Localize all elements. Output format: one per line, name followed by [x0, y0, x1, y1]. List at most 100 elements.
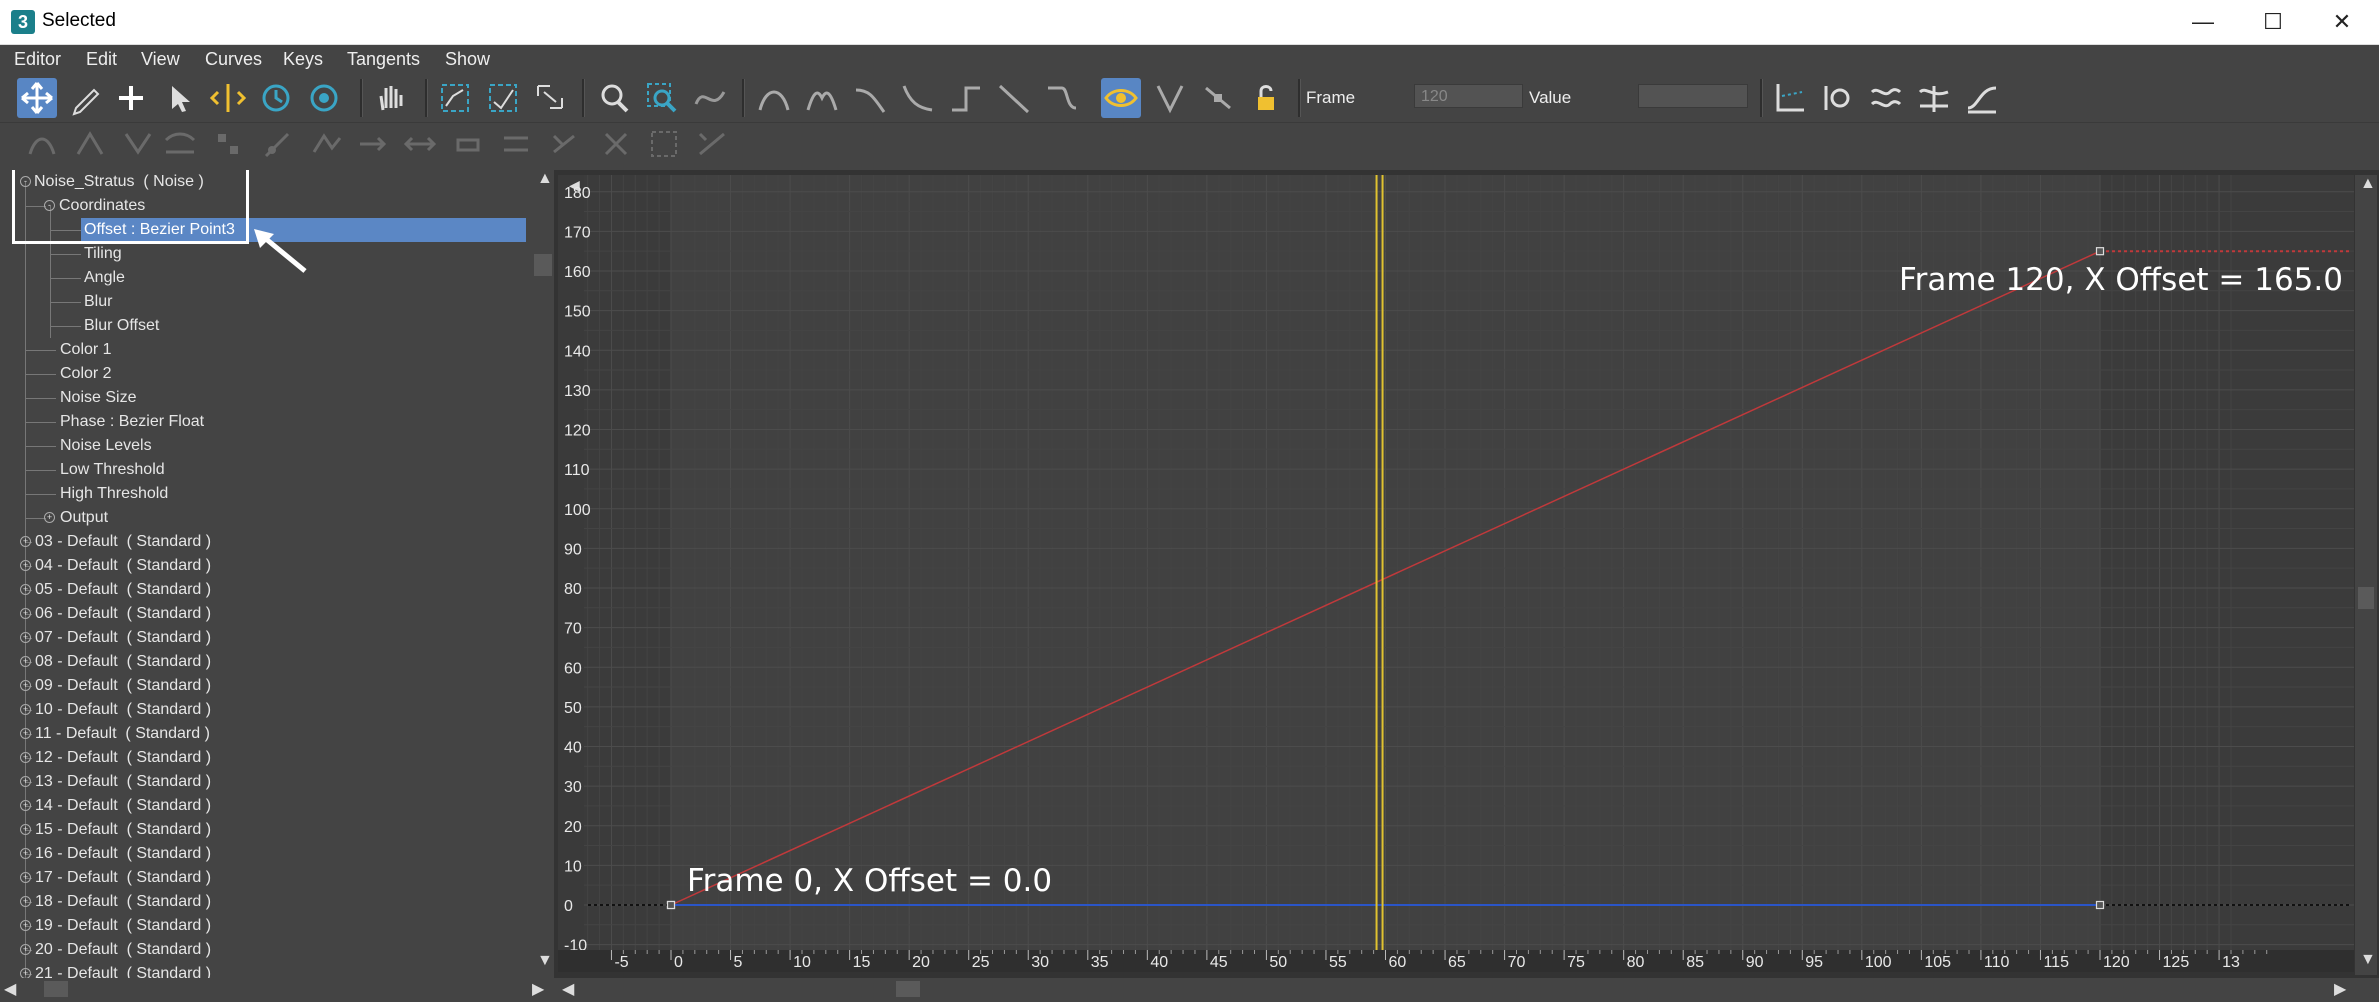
close-button[interactable]: ✕ [2309, 0, 2375, 44]
frame-value-button[interactable] [483, 78, 523, 118]
scroll-right-icon[interactable]: ▶ [2334, 979, 2346, 999]
tree-item-tiling[interactable]: Tiling [84, 242, 122, 266]
tree-item-material[interactable]: 20 - Default ( Standard ) [35, 938, 211, 962]
isolate-curve-button[interactable] [690, 78, 730, 118]
draw-curves-button[interactable] [66, 78, 106, 118]
tangent-slow-button[interactable] [898, 78, 938, 118]
tree-item-material[interactable]: 16 - Default ( Standard ) [35, 842, 211, 866]
tree-vertical-scrollbar[interactable]: ▲ ▼ [532, 170, 554, 978]
menu-view[interactable]: View [141, 49, 180, 70]
expand-icon[interactable]: + [20, 536, 31, 547]
graph-vertical-scrollbar[interactable]: ▲ ▼ [2355, 175, 2377, 975]
add-keys-button[interactable] [111, 78, 151, 118]
scroll-down-icon[interactable]: ▼ [537, 952, 553, 970]
delete-curve-button[interactable] [208, 124, 248, 164]
tree-item-material[interactable]: 15 - Default ( Standard ) [35, 818, 211, 842]
tree-item-material[interactable]: 12 - Default ( Standard ) [35, 746, 211, 770]
menu-editor[interactable]: Editor [14, 49, 61, 70]
tree-item-material[interactable]: 17 - Default ( Standard ) [35, 866, 211, 890]
scroll-thumb[interactable] [534, 254, 552, 276]
scale-values-button[interactable] [496, 124, 536, 164]
scroll-thumb[interactable] [896, 981, 920, 997]
expand-icon[interactable]: + [20, 896, 31, 907]
expand-icon[interactable]: + [20, 776, 31, 787]
expand-icon[interactable]: + [20, 800, 31, 811]
menu-tangents[interactable]: Tangents [347, 49, 420, 70]
tree-item-material[interactable]: 13 - Default ( Standard ) [35, 770, 211, 794]
scroll-thumb[interactable] [2358, 587, 2374, 609]
zoom-button[interactable] [594, 78, 634, 118]
maximize-button[interactable]: ☐ [2240, 0, 2306, 44]
tree-item-material[interactable]: 07 - Default ( Standard ) [35, 626, 211, 650]
tree-item-material[interactable]: 14 - Default ( Standard ) [35, 794, 211, 818]
tree-item-material[interactable]: 11 - Default ( Standard ) [35, 722, 210, 746]
move-keys-button[interactable] [17, 78, 57, 118]
tree-item-material[interactable]: 03 - Default ( Standard ) [35, 530, 211, 554]
menu-keys[interactable]: Keys [283, 49, 323, 70]
snap-keys-button[interactable] [596, 124, 636, 164]
expand-icon[interactable]: + [20, 584, 31, 595]
show-keys-button[interactable] [1818, 78, 1858, 118]
reduce-keys-button[interactable] [22, 124, 62, 164]
curve-graph[interactable]: ◀180170160150140130120110100908070605040… [554, 170, 2379, 978]
retime-tool-button[interactable] [208, 78, 248, 118]
tree-item-material[interactable]: 10 - Default ( Standard ) [35, 698, 211, 722]
scroll-up-icon[interactable]: ▲ [537, 170, 553, 188]
tangent-custom-button[interactable] [802, 78, 842, 118]
tree-item-output[interactable]: Output [60, 506, 108, 530]
expand-icon[interactable]: + [20, 824, 31, 835]
select-keys-button[interactable] [644, 124, 684, 164]
zoom-region-button[interactable] [642, 78, 682, 118]
scroll-right-icon[interactable]: ▶ [532, 979, 544, 999]
value-field[interactable] [1638, 84, 1748, 108]
lock-tangents-button[interactable] [1246, 78, 1286, 118]
curve-ease-button[interactable] [1962, 78, 2002, 118]
scroll-thumb[interactable] [44, 981, 68, 997]
tree-item-color-2[interactable]: Color 2 [60, 362, 112, 386]
normalize-button[interactable] [530, 78, 570, 118]
pan-button[interactable] [370, 78, 410, 118]
tree-item-color-1[interactable]: Color 1 [60, 338, 112, 362]
tree-item-angle[interactable]: Angle [84, 266, 125, 290]
scroll-down-icon[interactable]: ▼ [2360, 951, 2376, 969]
menu-curves[interactable]: Curves [205, 49, 262, 70]
parameter-curve-button[interactable] [70, 124, 110, 164]
tangent-fast-button[interactable] [850, 78, 890, 118]
tangent-auto-button[interactable] [754, 78, 794, 118]
multiplier-curve-button[interactable] [160, 124, 200, 164]
frame-horizontal-button[interactable] [435, 78, 475, 118]
tree-item-material[interactable]: 04 - Default ( Standard ) [35, 554, 211, 578]
show-selected-curves-button[interactable] [1914, 78, 1954, 118]
tree-item-material[interactable]: 18 - Default ( Standard ) [35, 890, 211, 914]
scale-keys-button[interactable] [400, 124, 440, 164]
expand-icon[interactable]: + [20, 944, 31, 955]
tree-item-material[interactable]: 09 - Default ( Standard ) [35, 674, 211, 698]
expand-icon[interactable]: + [20, 560, 31, 571]
expand-icon[interactable]: + [20, 968, 31, 978]
tree-item-high-threshold[interactable]: High Threshold [60, 482, 168, 506]
tree-item-noise-levels[interactable]: Noise Levels [60, 434, 152, 458]
mirror-keys-button[interactable] [544, 124, 584, 164]
frame-field[interactable]: 120 [1414, 84, 1523, 108]
graph-horizontal-scrollbar[interactable]: ◀ ▶ [554, 978, 2379, 1000]
tree-item-material[interactable]: 19 - Default ( Standard ) [35, 914, 211, 938]
menu-edit[interactable]: Edit [86, 49, 117, 70]
tree-item-material[interactable]: 05 - Default ( Standard ) [35, 578, 211, 602]
tree-item-blur-offset[interactable]: Blur Offset [84, 314, 159, 338]
copy-key-button[interactable] [306, 124, 346, 164]
align-keys-button[interactable] [692, 124, 732, 164]
tree-item-material[interactable]: 06 - Default ( Standard ) [35, 602, 211, 626]
show-curves-button[interactable] [1866, 78, 1906, 118]
expand-icon[interactable]: + [20, 872, 31, 883]
snap-frames-button[interactable] [304, 78, 344, 118]
scroll-left-icon[interactable]: ◀ [562, 979, 574, 999]
tree-item-material[interactable]: 08 - Default ( Standard ) [35, 650, 211, 674]
menu-show[interactable]: Show [445, 49, 490, 70]
expand-icon[interactable]: + [20, 920, 31, 931]
minimize-button[interactable]: — [2170, 0, 2236, 44]
loop-keys-button[interactable] [448, 124, 488, 164]
show-tangents-button[interactable] [1101, 78, 1141, 118]
tree-item-phase[interactable]: Phase : Bezier Float [60, 410, 204, 434]
expand-icon[interactable]: + [20, 632, 31, 643]
expand-icon[interactable]: + [20, 704, 31, 715]
